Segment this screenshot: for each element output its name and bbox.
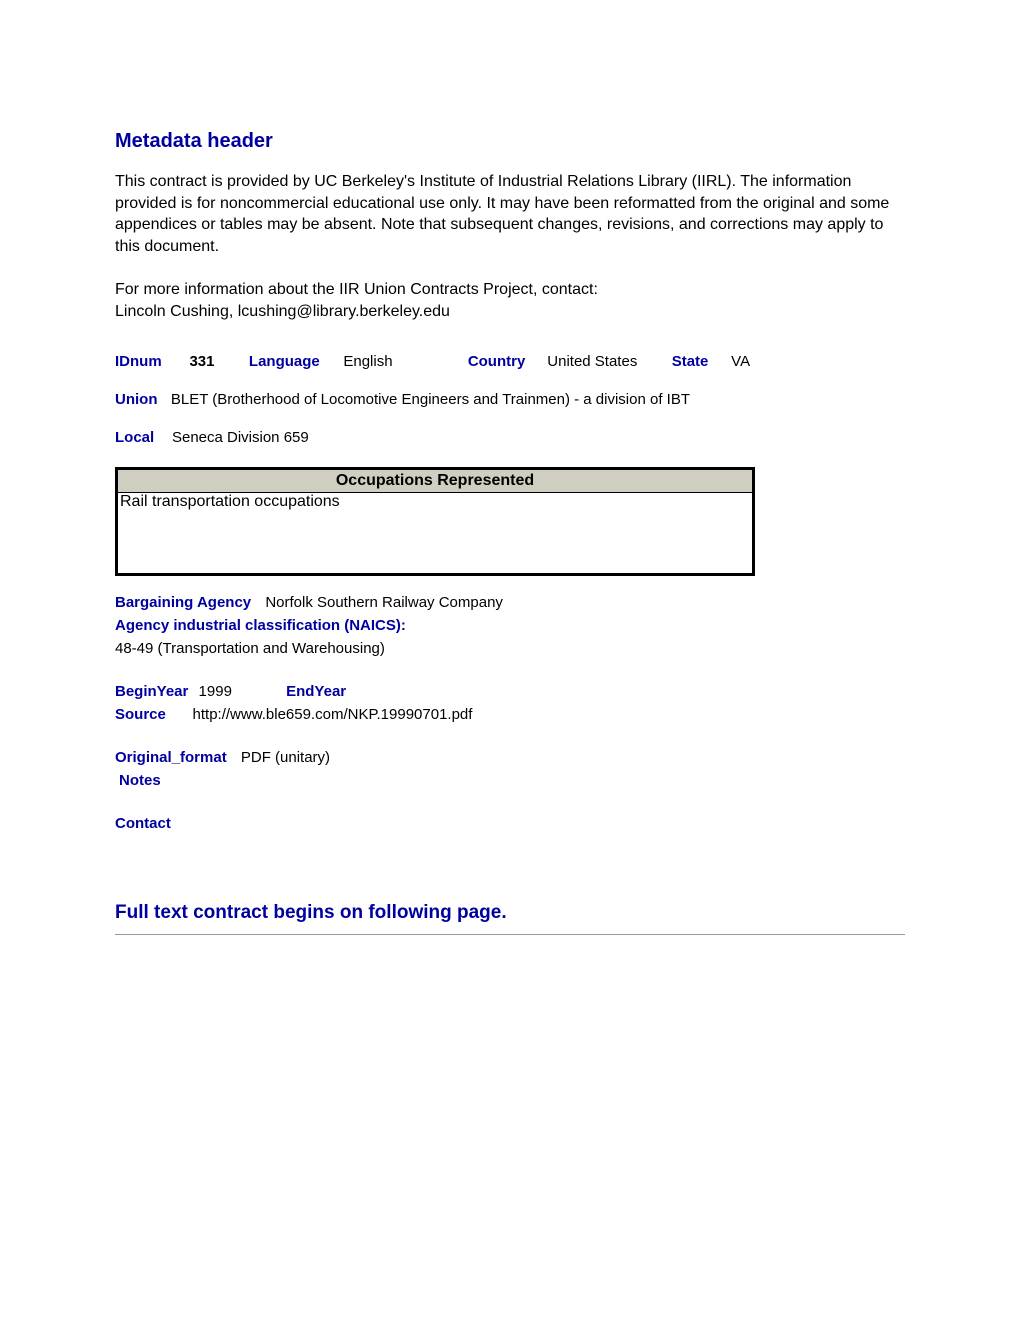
occupations-table: Occupations Represented Rail transportat… bbox=[115, 467, 755, 576]
source-row: Source http://www.ble659.com/NKP.1999070… bbox=[115, 706, 905, 723]
local-value: Seneca Division 659 bbox=[172, 429, 309, 446]
local-row: Local Seneca Division 659 bbox=[115, 429, 905, 447]
year-row: BeginYear 1999 EndYear bbox=[115, 683, 905, 700]
original-format-row: Original_format PDF (unitary) bbox=[115, 749, 905, 766]
language-label: Language bbox=[249, 353, 329, 370]
page-title: Metadata header bbox=[115, 130, 905, 153]
union-label: Union bbox=[115, 391, 158, 408]
original-format-value: PDF (unitary) bbox=[241, 749, 330, 766]
original-format-label: Original_format bbox=[115, 749, 227, 766]
bargaining-agency-row: Bargaining Agency Norfolk Southern Railw… bbox=[115, 594, 905, 611]
more-info-line2: Lincoln Cushing, lcushing@library.berkel… bbox=[115, 303, 450, 320]
occupation-row: Rail transportation occupations bbox=[117, 492, 754, 513]
beginyear-label: BeginYear bbox=[115, 683, 188, 700]
bargaining-agency-label: Bargaining Agency bbox=[115, 594, 251, 611]
contact-label: Contact bbox=[115, 815, 171, 832]
source-label: Source bbox=[115, 706, 166, 723]
naics-label: Agency industrial classification (NAICS)… bbox=[115, 617, 406, 634]
naics-label-row: Agency industrial classification (NAICS)… bbox=[115, 617, 905, 634]
contact-row: Contact bbox=[115, 815, 905, 832]
divider bbox=[115, 934, 905, 935]
metadata-row-1: IDnum 331 Language English Country Unite… bbox=[115, 353, 905, 371]
occupation-blank bbox=[117, 513, 754, 575]
language-value: English bbox=[343, 353, 453, 370]
beginyear-value: 1999 bbox=[199, 683, 232, 700]
state-value: VA bbox=[731, 353, 750, 370]
intro-paragraph: This contract is provided by UC Berkeley… bbox=[115, 171, 905, 257]
source-value: http://www.ble659.com/NKP.19990701.pdf bbox=[193, 706, 473, 723]
naics-value: 48-49 (Transportation and Warehousing) bbox=[115, 640, 385, 657]
idnum-value: 331 bbox=[189, 353, 234, 370]
more-info-paragraph: For more information about the IIR Union… bbox=[115, 279, 905, 322]
more-info-line1: For more information about the IIR Union… bbox=[115, 281, 598, 298]
union-row: Union BLET (Brotherhood of Locomotive En… bbox=[115, 391, 905, 409]
endyear-label: EndYear bbox=[286, 683, 346, 700]
local-label: Local bbox=[115, 429, 154, 446]
country-value: United States bbox=[547, 353, 657, 370]
notes-row: Notes bbox=[119, 772, 905, 789]
idnum-label: IDnum bbox=[115, 353, 175, 370]
metadata-page: Metadata header This contract is provide… bbox=[0, 0, 1020, 935]
occupations-header: Occupations Represented bbox=[117, 468, 754, 492]
followup-heading: Full text contract begins on following p… bbox=[115, 902, 905, 924]
bargaining-agency-value: Norfolk Southern Railway Company bbox=[265, 594, 503, 611]
union-value: BLET (Brotherhood of Locomotive Engineer… bbox=[171, 391, 690, 408]
country-label: Country bbox=[468, 353, 533, 370]
notes-label: Notes bbox=[119, 772, 161, 789]
state-label: State bbox=[672, 353, 717, 370]
naics-value-row: 48-49 (Transportation and Warehousing) bbox=[115, 640, 905, 657]
